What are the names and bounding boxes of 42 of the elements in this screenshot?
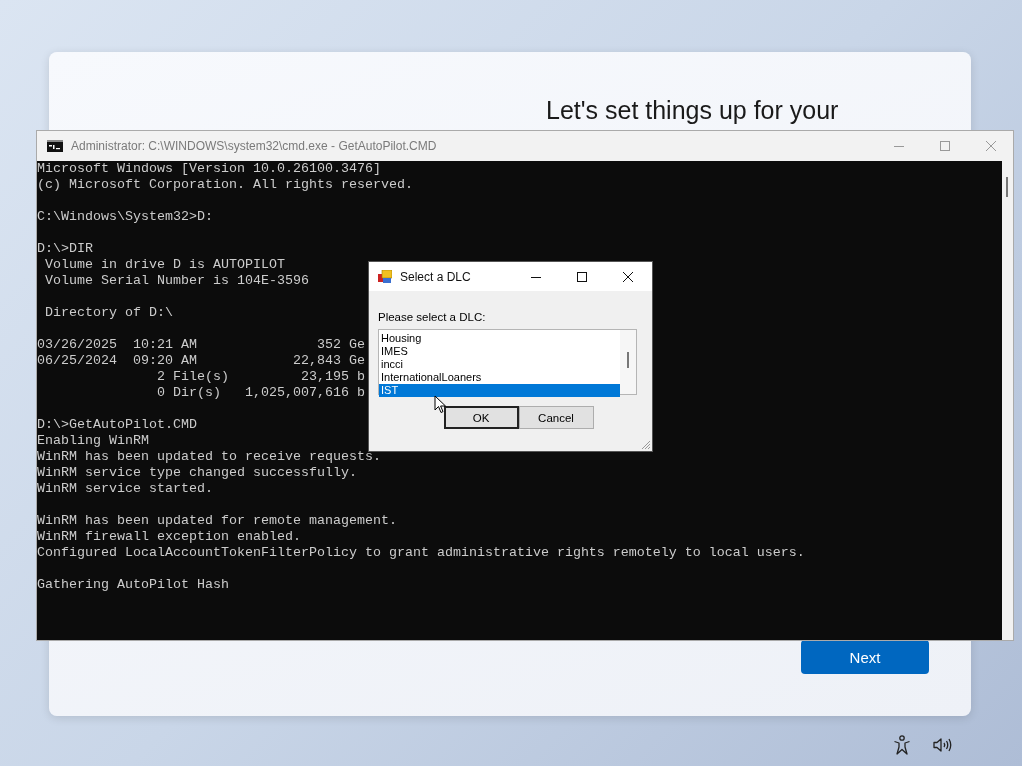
list-item[interactable]: incci bbox=[379, 358, 620, 371]
resize-grip-icon[interactable] bbox=[639, 438, 651, 450]
console-line: D:\>GetAutoPilot.CMD bbox=[37, 417, 197, 433]
console-line: WinRM service started. bbox=[37, 481, 213, 497]
console-icon bbox=[47, 140, 63, 152]
cursor-icon bbox=[434, 395, 447, 414]
scrollbar[interactable] bbox=[620, 330, 636, 394]
accessibility-icon[interactable] bbox=[893, 735, 911, 755]
console-line: Volume in drive D is AUTOPILOT bbox=[44, 257, 285, 273]
console-line: Configured LocalAccountTokenFilterPolicy to grant administrative rights remotely to local users. bbox=[37, 545, 805, 561]
console-line: 0 Dir(s) 1,025,007,616 b bbox=[155, 385, 365, 401]
list-item[interactable]: IST bbox=[379, 384, 620, 397]
setup-heading: Let's set things up for your bbox=[546, 96, 840, 125]
console-line: C:\Windows\System32>D: bbox=[37, 209, 213, 225]
dialog-title: Select a DLC bbox=[400, 269, 471, 284]
console-line: Directory of D:\ bbox=[44, 305, 173, 321]
console-line: 03/26/2025 10:21 AM 352 Ge bbox=[37, 337, 365, 353]
console-line: D:\>DIR bbox=[37, 241, 93, 257]
next-button[interactable]: Next bbox=[801, 640, 929, 674]
app-icon bbox=[378, 269, 392, 284]
speaker-icon[interactable] bbox=[933, 737, 953, 753]
console-line: 06/25/2024 09:20 AM 22,843 Ge bbox=[37, 353, 365, 369]
console-line: 2 File(s) 23,195 b bbox=[155, 369, 365, 385]
window-title: Administrator: C:\WINDOWS\system32\cmd.exe - GetAutoPilot.CMD bbox=[71, 139, 437, 153]
dialog-button[interactable]: Cancel bbox=[518, 406, 594, 429]
prompt-label: Please select a DLC: bbox=[378, 311, 487, 323]
list-item[interactable]: IMES bbox=[379, 345, 620, 358]
console-line: Enabling WinRM bbox=[37, 433, 149, 449]
list-item[interactable]: Housing bbox=[379, 332, 620, 345]
console-line: (c) Microsoft Corporation. All rights reserved. bbox=[37, 177, 413, 193]
console-line: Gathering AutoPilot Hash bbox=[37, 577, 229, 593]
console-line: WinRM service type changed successfully. bbox=[37, 465, 357, 481]
list-item[interactable]: InternationalLoaners bbox=[379, 371, 620, 384]
console-line: Microsoft Windows [Version 10.0.26100.3476] bbox=[37, 161, 381, 177]
console-line: Volume Serial Number is 104E-3596 bbox=[44, 273, 309, 289]
console-line: WinRM has been updated to receive requests. bbox=[37, 449, 381, 465]
console-line: WinRM firewall exception enabled. bbox=[37, 529, 301, 545]
list-box[interactable]: Housing IMES incci InternationalLoaners IST bbox=[378, 329, 637, 395]
dialog-button[interactable]: OK bbox=[443, 406, 519, 429]
console-line: WinRM has been updated for remote management. bbox=[37, 513, 397, 529]
maximize-icon[interactable] bbox=[576, 270, 588, 283]
close-icon[interactable] bbox=[622, 270, 634, 283]
